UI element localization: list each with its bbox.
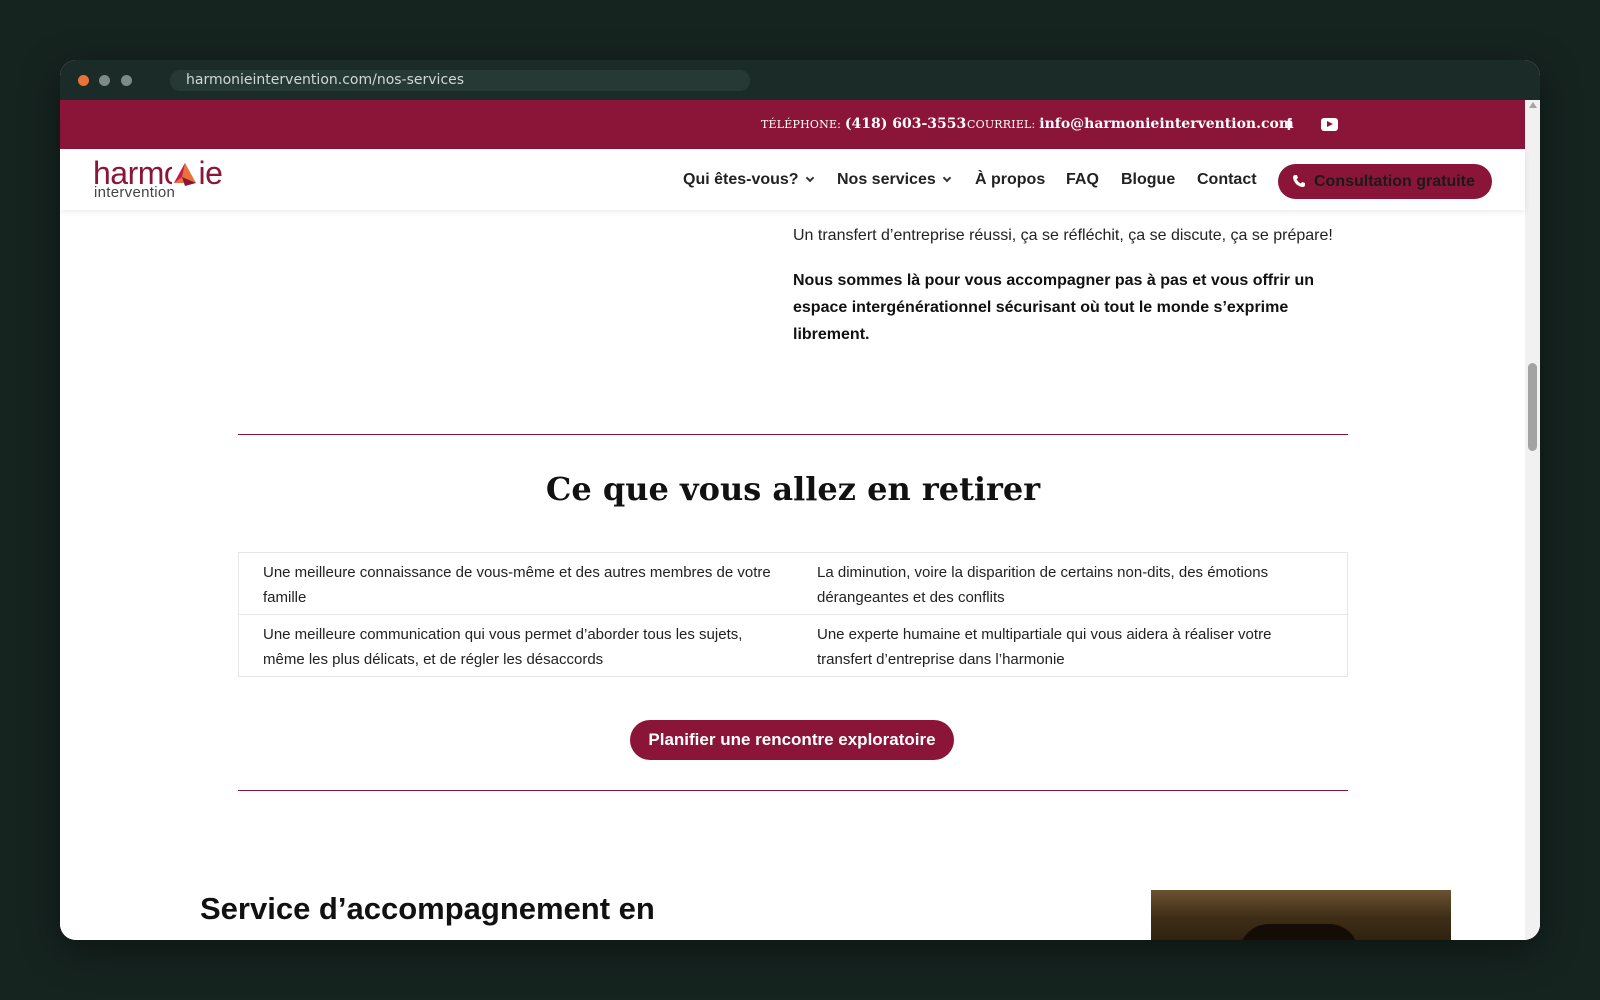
contact-topbar: TÉLÉPHONE: (418) 603-3553 COURRIEL: info… — [60, 100, 1525, 149]
section-divider-top — [238, 434, 1348, 435]
section-title: Ce que vous allez en retirer — [545, 470, 1041, 508]
nav-contact[interactable]: Contact — [1197, 171, 1257, 189]
nav-blogue[interactable]: Blogue — [1121, 171, 1175, 189]
scroll-up-arrow-icon[interactable] — [1529, 102, 1537, 108]
email-label: COURRIEL: — [967, 118, 1036, 131]
close-window-dot[interactable] — [78, 75, 89, 86]
table-row: Une meilleure communication qui vous per… — [239, 615, 1347, 677]
page-viewport: TÉLÉPHONE: (418) 603-3553 COURRIEL: info… — [60, 100, 1540, 940]
table-cell: Une meilleure connaissance de vous-même … — [263, 564, 771, 606]
plan-meeting-button[interactable]: Planifier une rencontre exploratoire — [630, 720, 954, 760]
next-section-heading: Service d’accompagnement en — [200, 891, 655, 926]
cta-label: Consultation gratuite — [1314, 173, 1475, 190]
table-cell: Une meilleure communication qui vous per… — [263, 626, 743, 668]
phone-contact[interactable]: TÉLÉPHONE: (418) 603-3553 — [761, 116, 966, 132]
facebook-icon[interactable]: f — [1280, 116, 1298, 134]
table-cell: La diminution, voire la disparition de c… — [817, 564, 1269, 606]
page-scrollbar[interactable] — [1525, 100, 1540, 940]
logo-tagline: intervention — [94, 184, 176, 201]
table-row: Une meilleure connaissance de vous-même … — [239, 553, 1347, 615]
phone-number[interactable]: (418) 603-3553 — [845, 116, 966, 132]
nav-faq[interactable]: FAQ — [1066, 171, 1099, 189]
site-logo[interactable]: harmonie intervention — [93, 155, 263, 205]
main-navbar: harmonie intervention Qui êtes-vous? Nos… — [60, 149, 1525, 210]
scroll-thumb[interactable] — [1528, 363, 1537, 451]
phone-label: TÉLÉPHONE: — [761, 118, 842, 131]
address-bar[interactable]: harmonieintervention.com/nos-services — [170, 70, 750, 91]
benefits-table: Une meilleure connaissance de vous-même … — [238, 552, 1348, 677]
intro-bold-paragraph: Nous sommes là pour vous accompagner pas… — [793, 272, 1315, 343]
maximize-window-dot[interactable] — [121, 75, 132, 86]
phone-icon — [1293, 175, 1305, 187]
nav-qui-etes-vous[interactable]: Qui êtes-vous? — [683, 171, 814, 189]
browser-window: harmonieintervention.com/nos-services TÉ… — [60, 60, 1540, 940]
nav-nos-services[interactable]: Nos services — [837, 171, 951, 189]
logo-triangle-icon — [172, 161, 198, 187]
section-divider-bottom — [238, 790, 1348, 791]
chevron-down-icon — [805, 173, 814, 183]
nav-label: Qui êtes-vous? — [683, 171, 799, 188]
minimize-window-dot[interactable] — [99, 75, 110, 86]
intro-paragraph: Un transfert d’entreprise réussi, ça se … — [793, 227, 1333, 244]
nav-a-propos[interactable]: À propos — [975, 171, 1045, 189]
service-photo — [1151, 890, 1451, 940]
table-cell: Une experte humaine et multipartiale qui… — [817, 626, 1272, 668]
email-address[interactable]: info@harmonieintervention.com — [1039, 116, 1293, 132]
chevron-down-icon — [942, 173, 951, 183]
browser-chrome: harmonieintervention.com/nos-services — [60, 60, 1540, 100]
free-consultation-button[interactable]: Consultation gratuite — [1278, 164, 1492, 199]
youtube-icon[interactable] — [1321, 118, 1338, 131]
email-contact[interactable]: COURRIEL: info@harmonieintervention.com — [967, 116, 1294, 132]
nav-label: Nos services — [837, 171, 936, 188]
